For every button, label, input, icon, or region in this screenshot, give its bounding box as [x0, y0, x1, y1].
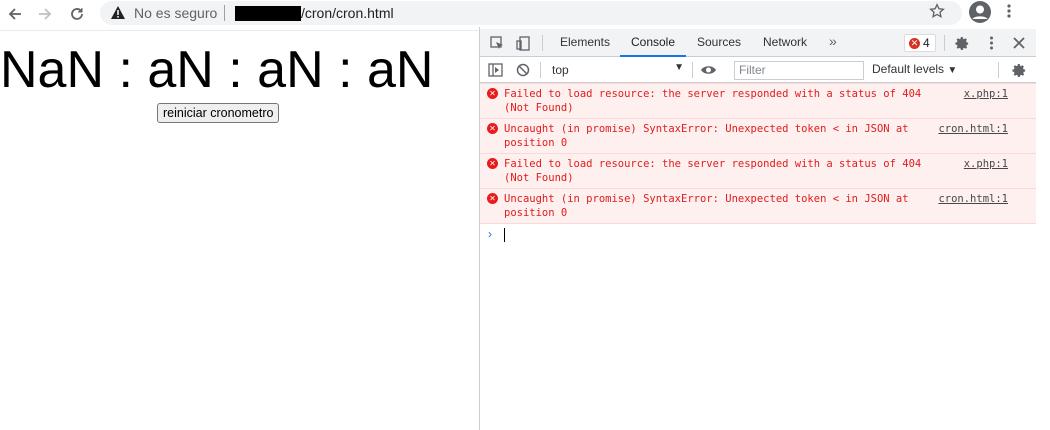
console-messages: ✕ Failed to load resource: the server re…	[480, 83, 1036, 246]
profile-icon[interactable]	[968, 0, 992, 24]
tab-network[interactable]: Network	[754, 29, 816, 57]
devtools-tabbar: Elements Console Sources Network » ✕ 4	[480, 29, 1036, 57]
show-sidebar-icon[interactable]	[486, 61, 504, 79]
reload-icon[interactable]	[66, 3, 88, 25]
source-link[interactable]: cron.html:1	[938, 122, 1008, 136]
security-label[interactable]: No es seguro	[134, 5, 217, 21]
clear-console-icon[interactable]	[514, 61, 532, 79]
tab-elements[interactable]: Elements	[552, 29, 618, 57]
more-tabs-icon[interactable]: »	[829, 33, 837, 49]
log-levels-dropdown[interactable]: Default levels ▼	[872, 62, 957, 76]
error-text: Failed to load resource: the server resp…	[504, 88, 922, 114]
timer-display: NaN : aN : aN : aN	[0, 41, 434, 99]
source-link[interactable]: cron.html:1	[938, 192, 1008, 206]
console-toolbar: top ▼ Filter Default levels ▼	[480, 58, 1036, 83]
divider	[224, 5, 225, 21]
back-arrow-icon[interactable]	[4, 3, 26, 25]
tab-console[interactable]: Console	[620, 29, 686, 57]
browser-toolbar: No es seguro /cron/cron.html	[0, 0, 1050, 27]
error-count-badge[interactable]: ✕ 4	[904, 34, 936, 52]
source-link[interactable]: x.php:1	[964, 157, 1008, 171]
redacted-host	[235, 6, 301, 21]
devtools-panel: Elements Console Sources Network » ✕ 4 t…	[479, 27, 1050, 430]
divider	[998, 62, 999, 78]
inspect-element-icon[interactable]	[488, 34, 506, 52]
chevron-down-icon: ▼	[674, 62, 684, 73]
page-viewport: NaN : aN : aN : aN reiniciar cronometro	[0, 30, 478, 430]
log-levels-label: Default levels	[872, 62, 945, 76]
restart-button[interactable]: reiniciar cronometro	[157, 103, 280, 123]
device-toolbar-icon[interactable]	[514, 34, 532, 52]
error-text: Uncaught (in promise) SyntaxError: Unexp…	[504, 123, 909, 149]
warning-icon[interactable]	[110, 5, 126, 25]
error-icon: ✕	[487, 123, 498, 134]
console-settings-gear-icon[interactable]	[1010, 61, 1028, 79]
error-icon: ✕	[487, 158, 498, 169]
context-value: top	[552, 63, 569, 77]
console-error-message: ✕ Failed to load resource: the server re…	[480, 153, 1036, 189]
devtools-menu-icon[interactable]	[982, 34, 1000, 52]
filter-input[interactable]: Filter	[734, 61, 864, 80]
prompt-chevron-icon: ›	[488, 227, 492, 241]
text-caret	[504, 228, 505, 242]
close-devtools-icon[interactable]	[1010, 34, 1028, 52]
address-bar[interactable]: No es seguro /cron/cron.html	[100, 1, 962, 25]
divider	[692, 62, 693, 78]
divider	[944, 35, 945, 51]
console-error-message: ✕ Uncaught (in promise) SyntaxError: Une…	[480, 188, 1036, 224]
settings-gear-icon[interactable]	[953, 34, 971, 52]
error-count: 4	[923, 36, 930, 50]
divider	[542, 35, 543, 51]
tab-sources[interactable]: Sources	[688, 29, 750, 57]
url-path[interactable]: /cron/cron.html	[301, 5, 394, 21]
console-error-message: ✕ Failed to load resource: the server re…	[480, 83, 1036, 119]
star-icon[interactable]	[929, 3, 945, 24]
console-prompt[interactable]: ›	[480, 224, 1036, 246]
kebab-menu-icon[interactable]	[1006, 3, 1012, 24]
forward-arrow-icon[interactable]	[34, 3, 56, 25]
error-text: Uncaught (in promise) SyntaxError: Unexp…	[504, 193, 909, 219]
eye-icon[interactable]	[699, 61, 717, 79]
chevron-down-icon: ▼	[947, 65, 958, 76]
console-error-message: ✕ Uncaught (in promise) SyntaxError: Une…	[480, 118, 1036, 154]
error-icon: ✕	[909, 38, 920, 49]
error-icon: ✕	[487, 193, 498, 204]
source-link[interactable]: x.php:1	[964, 87, 1008, 101]
divider	[540, 62, 541, 78]
error-icon: ✕	[487, 88, 498, 99]
context-select[interactable]: top ▼	[546, 61, 686, 80]
error-text: Failed to load resource: the server resp…	[504, 158, 922, 184]
